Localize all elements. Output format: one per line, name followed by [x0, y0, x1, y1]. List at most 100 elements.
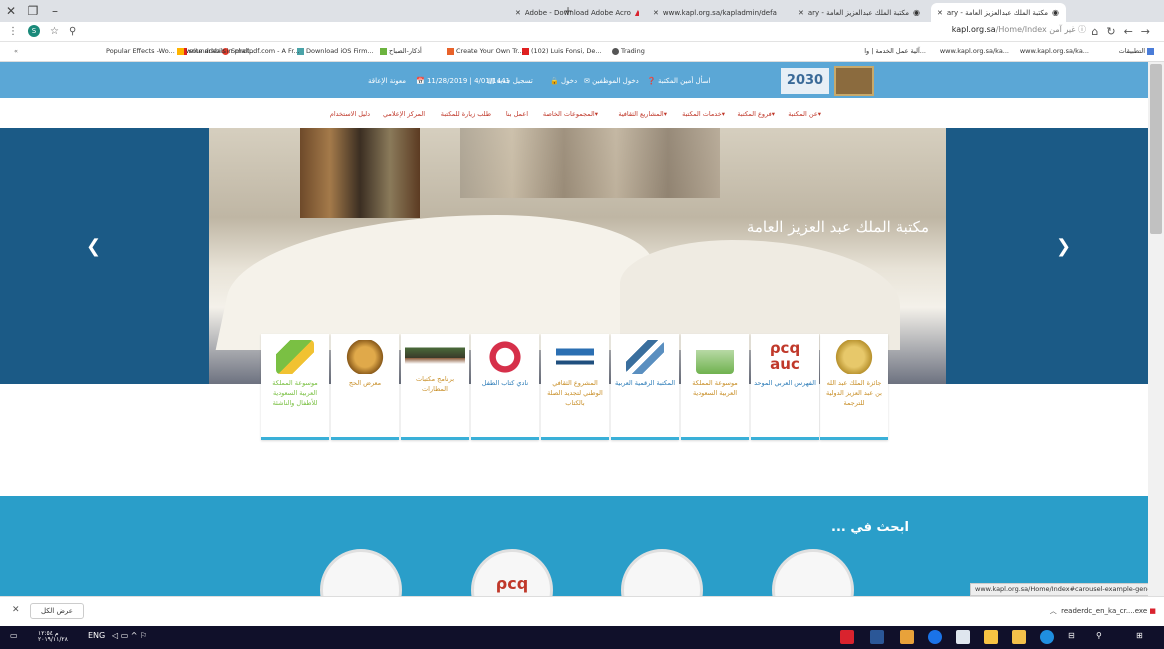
tab-close-icon[interactable]: ✕ [653, 9, 659, 17]
status-bar-url: www.kapl.org.sa/Home/Index#carousel-exam… [970, 583, 1164, 596]
bookmark-item[interactable]: www.kapl.org.sa/ka... [940, 47, 1009, 55]
avatar[interactable]: S [28, 25, 40, 37]
carousel-prev-icon[interactable]: ❮ [86, 236, 101, 257]
card-union-catalog[interactable]: ρcq auc الفهرس العربي الموحد [751, 334, 819, 440]
menu-item-services[interactable]: خدمات المكتبة▾ [682, 110, 725, 118]
card-kids-club[interactable]: نادي كتاب الطفل [471, 334, 539, 440]
acrobat-icon[interactable] [840, 630, 854, 644]
close-window-icon[interactable]: ✕ [0, 4, 22, 18]
ask-librarian-label: اسأل أمين المكتبة [657, 77, 711, 85]
chrome-icon[interactable] [928, 630, 942, 644]
aruc-logo-icon: ρcq auc [769, 339, 801, 373]
library-logo[interactable] [834, 66, 874, 96]
bookmark-apps[interactable]: التطبيقات [1119, 47, 1156, 55]
bookmark-item[interactable]: أذكار-الصباح [378, 47, 422, 55]
staff-login-label: دخول الموظفين [592, 77, 639, 85]
globe-icon [612, 47, 619, 55]
taskbar: ▭ م ١٢:٥٤ ٢٠١٩/١١/٢٨ ENG ◁ ▭ ^ ⚐ ⊟ ⚲ ⊞ [0, 626, 1164, 649]
menu-item-about[interactable]: عن المكتبة▾ [788, 110, 821, 118]
star-icon[interactable]: ☆ [50, 26, 59, 37]
word-icon[interactable] [870, 630, 884, 644]
restore-window-icon[interactable]: ❐ [22, 4, 44, 18]
task-view-icon[interactable]: ⊟ [1068, 631, 1075, 640]
bookmark-item[interactable]: www.kapl.org.sa/ka... [1020, 47, 1089, 55]
address-bar: ⋮ S ☆ ⚲ kapl.org.sa/Home/Index غير آمن ⓘ… [0, 22, 1164, 42]
bookmark-item[interactable]: آلية عمل الخدمة | وا... [864, 47, 926, 55]
card-airport-libraries[interactable]: برنامج مكتبات المطارات [401, 334, 469, 440]
app-icon[interactable] [900, 630, 914, 644]
menu-item-label: المجموعات الخاصة [542, 110, 595, 118]
show-all-button[interactable]: عرض الكل [30, 603, 84, 619]
url-field[interactable]: kapl.org.sa/Home/Index غير آمن ⓘ [952, 24, 1086, 35]
menu-item-collections[interactable]: المجموعات الخاصة▾ [543, 110, 598, 118]
clock-date: ٢٠١٩/١١/٢٨ [38, 636, 68, 643]
folder-icon[interactable] [1012, 630, 1026, 644]
menu-item-projects[interactable]: المشاريع الثقافية▾ [618, 110, 667, 118]
login-link[interactable]: 🔒 دخول [550, 77, 577, 85]
tab-kapladmin[interactable]: ◉ www.kapl.org.sa/kapladmin/defa ✕ [647, 3, 779, 22]
bookmark-label: Popular Effects -Wo... [106, 47, 175, 55]
tab-close-icon[interactable]: ✕ [798, 9, 804, 17]
back-icon[interactable]: → [1141, 25, 1158, 38]
staff-login-link[interactable]: ✉ دخول الموظفين [584, 77, 639, 85]
bookmark-item[interactable]: Popular Effects -Wo... [106, 47, 175, 55]
menu-item-label: فروع المكتبة [737, 110, 772, 118]
notification-icon[interactable]: ▭ [10, 631, 18, 640]
card-encyclopedia[interactable]: موسوعة المملكة العربية السعودية [681, 334, 749, 440]
a11y-label: معونة الإعاقة [368, 77, 407, 85]
menu-item-guide[interactable]: دليل الاستخدام [330, 110, 370, 118]
menu-item-label: المشاريع الثقافية [618, 110, 664, 118]
mail-icon[interactable] [956, 630, 970, 644]
search-icon[interactable]: ⚲ [1096, 631, 1102, 640]
volume-icon[interactable]: ◁ ▭ ^ ⚐ [112, 631, 147, 640]
card-national-project[interactable]: المشروع الثقافي الوطني لتجديد الصلة بالك… [541, 334, 609, 440]
card-hajj-exhibition[interactable]: معرض الحج [331, 334, 399, 440]
browser-window: ✕ ❐ – + ◉ مكتبة الملك عبدالعزيز العامة -… [0, 0, 1164, 649]
project-logo-icon [556, 340, 594, 374]
menu-item-visit[interactable]: طلب زيارة للمكتبة [441, 110, 491, 118]
card-translation-award[interactable]: جائزة الملك عبد الله بن عبد العزيز الدول… [820, 334, 888, 440]
bookmark-item[interactable]: Trading [610, 47, 645, 55]
ask-librarian-link[interactable]: ❓ اسأل أمين المكتبة [647, 77, 711, 85]
bookmark-item[interactable]: (102) Luis Fonsi, De... [520, 47, 602, 55]
reload-icon[interactable]: ↻ [1106, 25, 1123, 38]
bookmark-item[interactable]: Create Your Own Tr... [445, 47, 524, 55]
store-icon[interactable] [984, 630, 998, 644]
hero-title: مكتبة الملك عبد العزيز العامة [746, 218, 929, 236]
minimize-window-icon[interactable]: – [44, 4, 66, 18]
bookmarks-overflow-icon[interactable]: « [14, 47, 18, 55]
carousel-next-icon[interactable]: ❯ [1056, 236, 1071, 257]
start-icon[interactable]: ⊞ [1136, 631, 1143, 640]
a11y-link[interactable]: معونة الإعاقة [368, 77, 406, 85]
forward-icon[interactable]: ← [1124, 25, 1141, 38]
card-digital-library[interactable]: المكتبة الرقمية العربية [611, 334, 679, 440]
download-item[interactable]: ︿ readerdc_en_ka_cr....exe ■ [1050, 606, 1156, 616]
close-icon[interactable]: ✕ [12, 605, 20, 615]
scrollbar-thumb[interactable] [1150, 64, 1162, 234]
home-icon[interactable]: ⌂ [1091, 25, 1106, 38]
tab-close-icon[interactable]: ✕ [515, 9, 521, 17]
bookmark-label: www.kapl.org.sa/ka... [939, 47, 1009, 55]
tab-kapl-active[interactable]: ◉ مكتبة الملك عبدالعزيز العامة - ary ✕ [931, 3, 1066, 22]
tab-close-icon[interactable]: ✕ [937, 9, 943, 17]
chevron-up-icon[interactable]: ︿ [1050, 607, 1057, 615]
date-display: 📅 11/28/2019 | 4/01/1441 [416, 77, 510, 85]
clock[interactable]: م ١٢:٥٤ ٢٠١٩/١١/٢٨ [38, 631, 68, 643]
tab-kapl[interactable]: ◉ مكتبة الملك عبدالعزيز العامة - ary ✕ [792, 3, 924, 22]
menu-item-branches[interactable]: فروع المكتبة▾ [737, 110, 775, 118]
language-indicator[interactable]: ENG [88, 631, 105, 640]
medal-icon [835, 340, 873, 374]
zoom-icon[interactable]: ⚲ [69, 26, 76, 37]
url-domain: kapl.org.sa [951, 25, 996, 34]
tab-adobe[interactable]: ▲ Adobe - Download Adobe Acro ✕ [509, 3, 639, 22]
menu-item-jobs[interactable]: اعمل بنا [506, 110, 528, 118]
bookmark-item[interactable]: Download iOS Firm... [295, 47, 374, 55]
not-secure-label: غير آمن [1049, 25, 1076, 34]
edge-icon[interactable] [1040, 630, 1054, 644]
menu-dots-icon[interactable]: ⋮ [8, 26, 18, 37]
info-icon[interactable]: ⓘ [1078, 25, 1086, 34]
menu-item-media[interactable]: المركز الإعلامي [383, 110, 425, 118]
bookmark-item[interactable]: write arabic in phot... [186, 47, 256, 55]
card-kids-encyclopedia[interactable]: موسوعة المملكة العربية السعودية للأطفال … [261, 334, 329, 440]
bookmark-item[interactable]: write arabic in phot... [175, 47, 186, 55]
